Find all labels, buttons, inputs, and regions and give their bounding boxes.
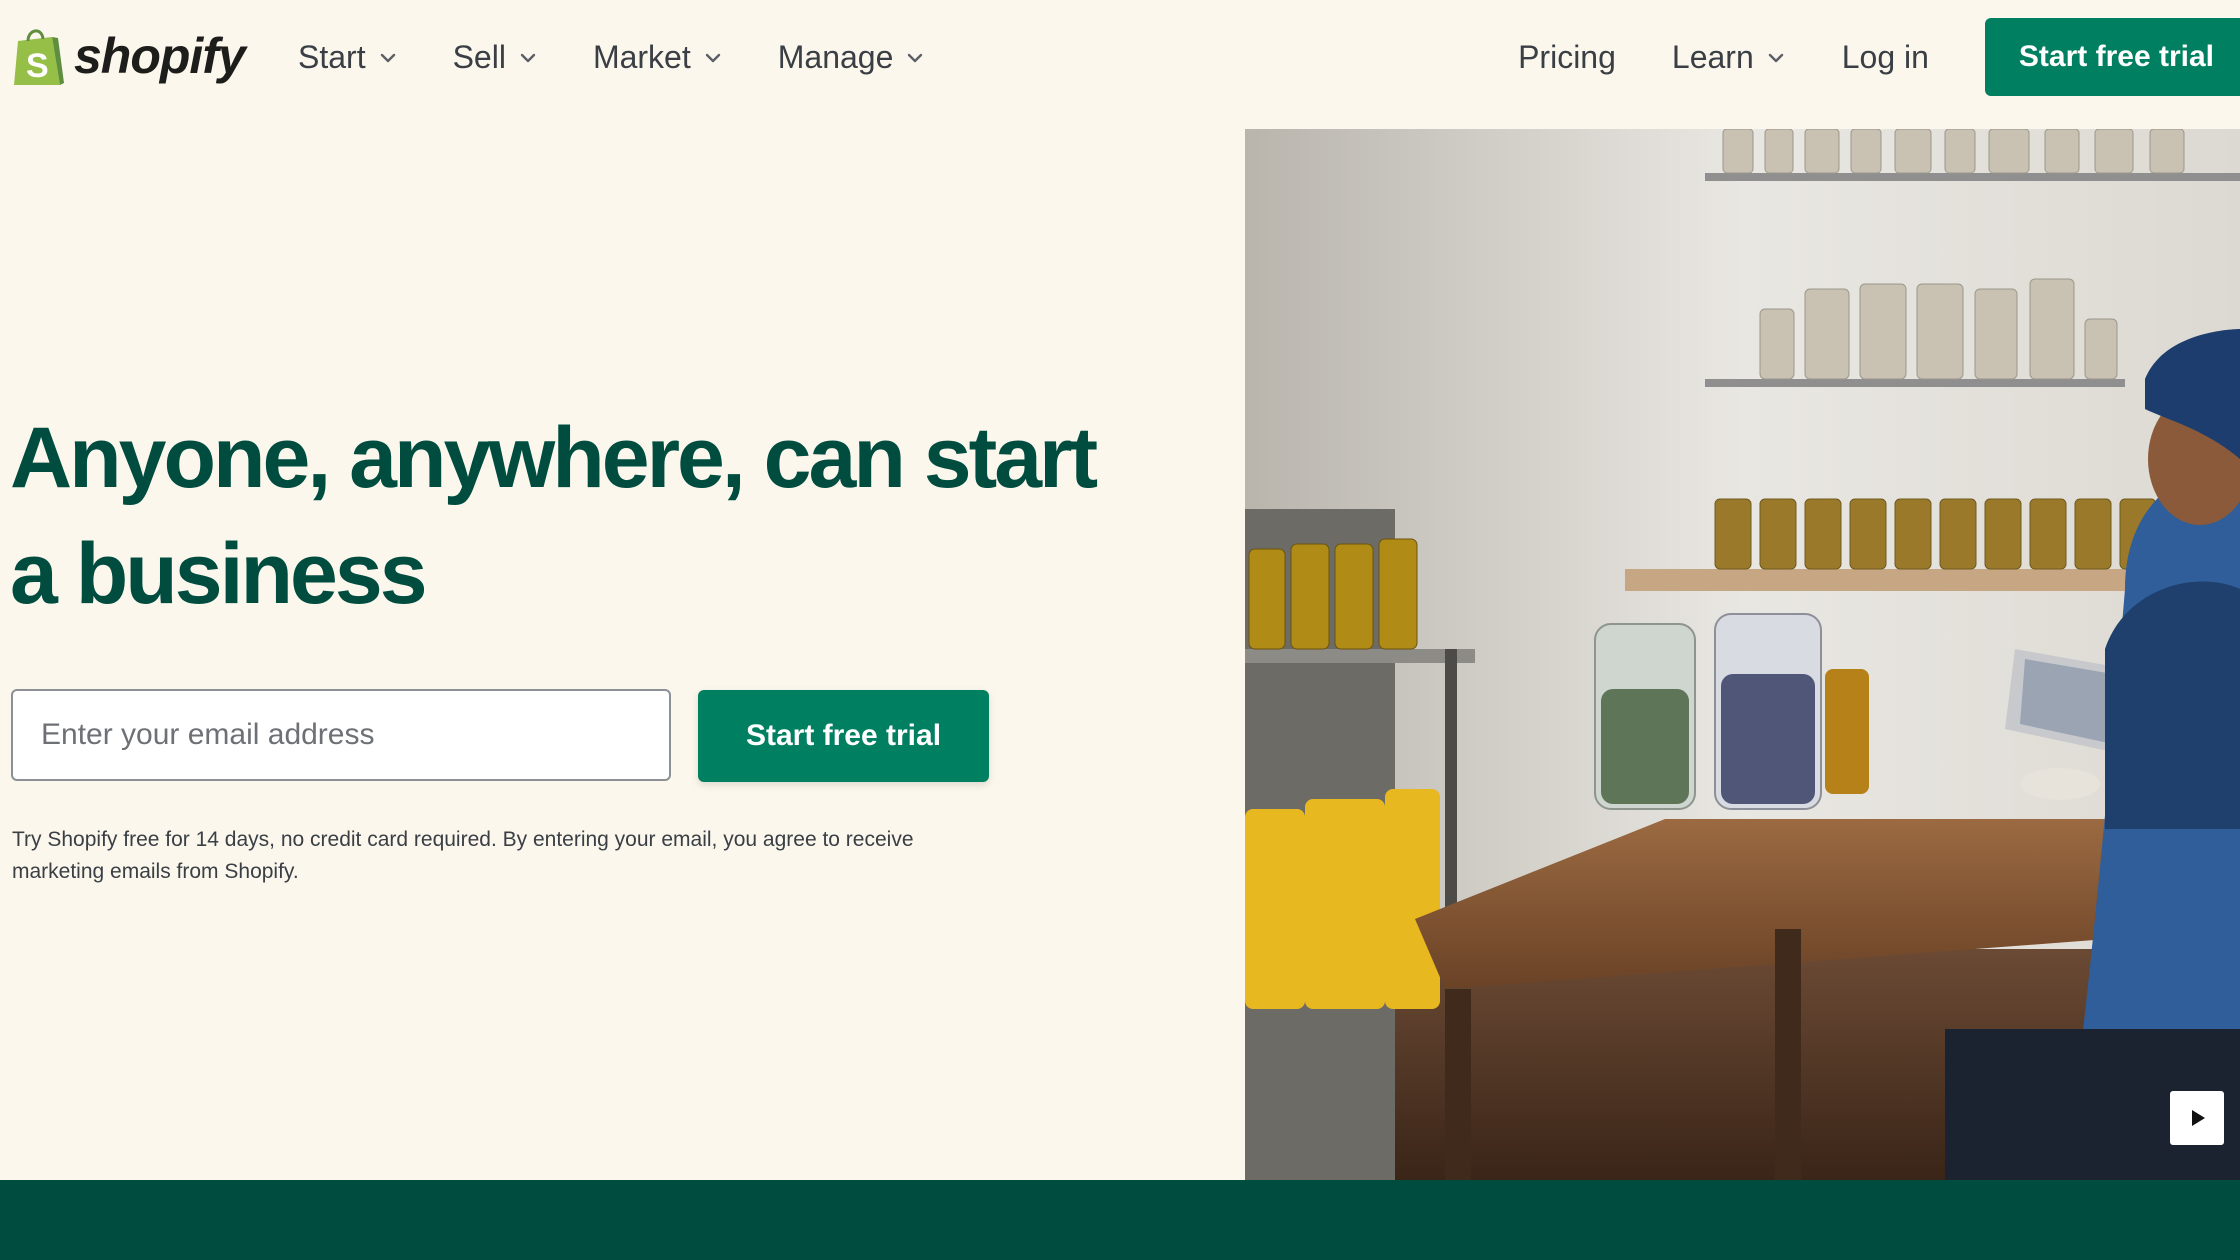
chevron-down-icon [380,53,395,63]
chevron-down-icon [705,53,720,63]
chevron-down-icon [520,53,536,63]
play-icon [2192,1110,2205,1126]
nav-start-label: Start [298,38,366,75]
email-input[interactable] [11,689,671,781]
chevron-down-icon [1768,53,1783,63]
nav-pricing-link[interactable]: Pricing [1518,39,1616,76]
shop-scene-illustration [1245,129,2240,1180]
play-video-button[interactable] [2170,1091,2224,1145]
nav-market-menu[interactable]: Market [593,39,723,76]
nav-market-label: Market [592,38,691,75]
nav-manage-label: Manage [777,38,894,75]
svg-text:S: S [26,47,49,85]
hero-headline: Anyone, anywhere, can start a business [10,410,1098,622]
disclaimer-line-2: marketing emails from Shopify. [12,860,299,883]
secondary-nav: Pricing Learn Log in Start free trial [1518,18,2240,96]
hero-start-trial-button[interactable]: Start free trial [698,690,989,782]
trial-disclaimer: Try Shopify free for 14 days, no credit … [12,824,1012,888]
hero-video-still [1245,129,2240,1180]
nav-login-link[interactable]: Log in [1842,39,1929,76]
nav-manage-menu[interactable]: Manage [778,39,926,76]
nav-sell-label: Sell [452,38,506,75]
shopify-logo[interactable]: S shopify [12,24,246,88]
header-start-trial-button[interactable]: Start free trial [1984,18,2240,96]
nav-learn-label: Learn [1671,38,1754,75]
logo-wordmark: shopify [74,28,246,84]
disclaimer-line-1: Try Shopify free for 14 days, no credit … [12,828,914,851]
site-header: S shopify Start Sell Market Manage Prici… [0,0,2240,116]
nav-start-menu[interactable]: Start [298,39,398,76]
nav-sell-menu[interactable]: Sell [453,39,538,76]
header-cta-label: Start free trial [2018,40,2214,73]
next-section-band [0,1180,2240,1260]
shopping-bag-icon: S [14,29,64,85]
nav-learn-menu[interactable]: Learn [1672,39,1786,76]
nav-pricing-label: Pricing [1518,38,1616,75]
chevron-down-icon [908,53,923,63]
nav-login-label: Log in [1841,38,1929,75]
primary-nav: Start Sell Market Manage [298,30,980,84]
